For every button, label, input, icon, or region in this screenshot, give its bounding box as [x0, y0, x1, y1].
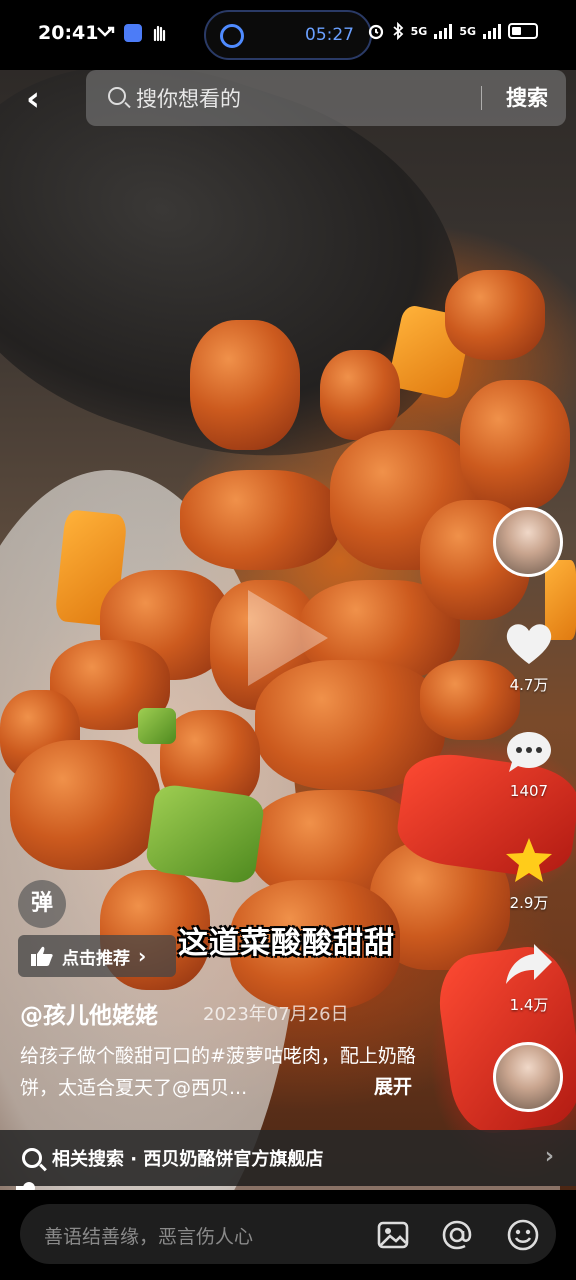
comment-icon — [507, 732, 551, 772]
emoji-icon[interactable] — [506, 1218, 540, 1252]
music-avatar[interactable] — [493, 1042, 563, 1112]
island-timer: 05:27 — [305, 25, 354, 45]
author-name[interactable]: @孩儿他姥姥 — [20, 996, 158, 1030]
comment-count: 1407 — [509, 782, 549, 800]
play-icon[interactable] — [248, 590, 328, 686]
signal-icon — [434, 23, 453, 39]
signal-icon-2 — [483, 23, 501, 39]
share-count: 1.4万 — [509, 996, 549, 1014]
search-button[interactable]: 搜索 — [506, 82, 548, 112]
message-app-icon — [124, 24, 142, 42]
share-button[interactable]: 1.4万 — [493, 942, 565, 1015]
missed-call-icon — [97, 26, 115, 37]
star-icon — [506, 838, 552, 882]
hand-icon — [153, 25, 166, 42]
chevron-right-icon: › — [138, 944, 147, 968]
status-bar: 20:41 05:27 5G 5G — [0, 0, 576, 70]
image-icon[interactable] — [376, 1218, 410, 1252]
heart-icon — [506, 624, 552, 664]
search-input[interactable]: 搜你想看的 — [136, 83, 241, 113]
food-piece — [10, 740, 160, 870]
like-count: 4.7万 — [509, 676, 549, 694]
post-date: 2023年07月26日 — [203, 1004, 349, 1025]
search-icon — [108, 87, 126, 105]
related-search-bar[interactable]: 相关搜索 · 西贝奶酪饼官方旗舰店 › — [0, 1130, 576, 1186]
search-bar[interactable]: 搜你想看的 搜索 — [86, 70, 566, 126]
comment-input-area[interactable]: 善语结善缘，恶言伤人心 — [20, 1204, 556, 1264]
food-piece — [190, 320, 300, 450]
food-piece — [180, 470, 340, 570]
author-avatar[interactable] — [493, 507, 563, 577]
thumbs-up-icon — [31, 946, 53, 966]
chevron-right-icon: › — [544, 1144, 554, 1169]
food-piece — [320, 350, 400, 440]
bluetooth-icon — [393, 22, 403, 40]
network-label-2: 5G — [459, 24, 476, 38]
battery-icon — [508, 23, 538, 39]
comment-input[interactable]: 善语结善缘，恶言伤人心 — [44, 1222, 253, 1249]
green-pepper-piece — [138, 708, 176, 744]
bottom-bar: 善语结善缘，恶言伤人心 — [0, 1190, 576, 1280]
recommend-label: 点击推荐 — [62, 948, 130, 969]
video-caption: 这道菜酸酸甜甜 — [178, 926, 395, 961]
danmu-toggle[interactable]: 弹 — [18, 880, 66, 928]
network-label-1: 5G — [410, 24, 428, 38]
back-button[interactable]: ‹ — [26, 82, 40, 116]
recommend-button[interactable]: 点击推荐 › — [18, 935, 176, 977]
alarm-icon — [220, 24, 244, 48]
dynamic-island[interactable]: 05:27 — [204, 10, 372, 60]
favorite-button[interactable]: 2.9万 — [493, 836, 565, 913]
food-piece — [460, 380, 570, 510]
alarm-clock-icon — [368, 24, 383, 40]
comment-button[interactable]: 1407 — [493, 730, 565, 800]
green-pepper-piece — [144, 782, 266, 886]
related-search-text: 相关搜索 · 西贝奶酪饼官方旗舰店 — [52, 1149, 324, 1170]
like-button[interactable]: 4.7万 — [493, 620, 565, 695]
expand-button[interactable]: 展开 — [374, 1072, 412, 1099]
search-divider — [481, 86, 482, 110]
status-time: 20:41 — [38, 22, 99, 44]
favorite-count: 2.9万 — [509, 894, 549, 912]
at-mention-icon[interactable] — [440, 1218, 474, 1252]
search-icon — [22, 1148, 42, 1168]
food-piece — [445, 270, 545, 360]
share-icon — [506, 944, 552, 984]
